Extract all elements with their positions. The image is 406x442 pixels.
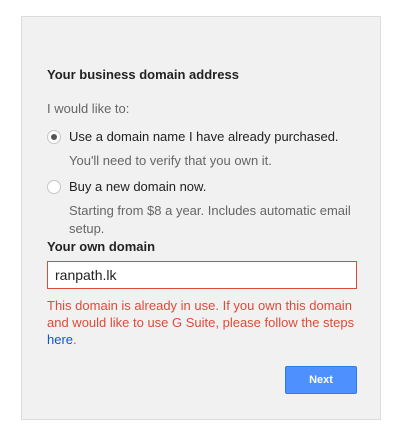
domain-input[interactable] bbox=[47, 261, 357, 289]
domain-card: Your business domain address I would lik… bbox=[21, 16, 381, 420]
own-domain-label: Your own domain bbox=[47, 239, 156, 254]
radio-existing-domain[interactable] bbox=[47, 130, 61, 144]
radio-buy-domain[interactable] bbox=[47, 180, 61, 194]
choice-prompt: I would like to: bbox=[47, 101, 130, 116]
option-existing-domain-hint: You'll need to verify that you own it. bbox=[69, 153, 272, 168]
error-help-link[interactable]: here bbox=[47, 332, 73, 347]
section-title: Your business domain address bbox=[47, 67, 239, 82]
error-suffix: . bbox=[73, 332, 77, 347]
next-button[interactable]: Next bbox=[285, 366, 357, 394]
error-text: This domain is already in use. If you ow… bbox=[47, 298, 355, 330]
option-buy-domain-hint: Starting from $8 a year. Includes automa… bbox=[69, 203, 351, 236]
option-existing-domain-label[interactable]: Use a domain name I have already purchas… bbox=[69, 129, 339, 144]
option-buy-domain-label[interactable]: Buy a new domain now. bbox=[69, 179, 206, 194]
domain-error-message: This domain is already in use. If you ow… bbox=[47, 297, 362, 348]
